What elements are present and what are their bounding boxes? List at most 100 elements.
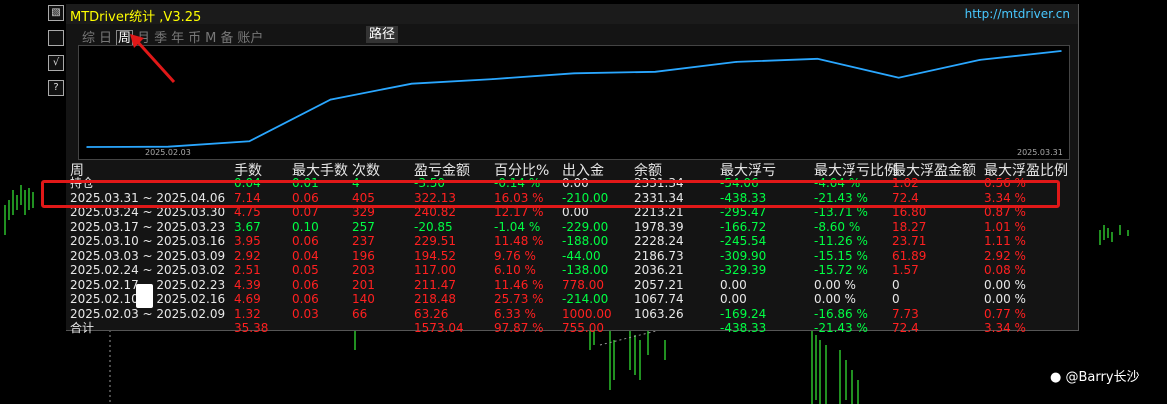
cell-max-dd-pct: 0.00 %: [814, 292, 856, 306]
cell-max-lots: 0.06: [292, 234, 319, 248]
cell-max-lots: 0.03: [292, 306, 319, 321]
table-row[interactable]: 2025.02.03 ~ 2025.02.09 1.32 0.03 66 63.26 6.…: [70, 307, 1070, 322]
cursor-highlight: [136, 284, 153, 308]
title-bar: MTDriver统计 ,V3.25 http://mtdriver.cn: [66, 4, 1078, 25]
table-row[interactable]: 2025.03.17 ~ 2025.03.23 3.67 0.10 257 -20.85…: [70, 220, 1070, 235]
cell-pct: -1.04 %: [494, 219, 541, 234]
cell-lots: 35.38: [234, 321, 269, 335]
equity-start-label: 2025.02.03: [145, 148, 191, 157]
cell-pnl: 1573.04: [414, 321, 464, 335]
cell-max-dd-pct: -16.86 %: [814, 306, 868, 321]
cell-balance: 2036.21: [634, 263, 684, 277]
cell-max-dd-pct: 0.00 %: [814, 277, 856, 292]
cell-max-dd: 0.00: [720, 292, 747, 306]
cell-pct: 25.73 %: [494, 292, 544, 306]
annotation-arrow: [130, 34, 176, 84]
cell-flow: 1000.00: [562, 306, 612, 321]
cell-week: 2025.03.17 ~ 2025.03.23: [70, 219, 226, 234]
cell-balance: 2228.24: [634, 234, 684, 248]
cell-max-dd-pct: -15.72 %: [814, 263, 868, 277]
cell-pct: 6.33 %: [494, 306, 536, 321]
cell-count: 196: [352, 248, 375, 263]
cell-pnl: 218.48: [414, 292, 456, 306]
stats-panel: MTDriver统计 ,V3.25 http://mtdriver.cn 综日周…: [66, 4, 1079, 335]
cell-flow: -229.00: [562, 219, 609, 234]
app-title: MTDriver统计 ,V3.25: [70, 10, 202, 25]
cell-max-dd: 0.00: [720, 277, 747, 292]
cell-pnl: 211.47: [414, 277, 456, 292]
cell-count: 201: [352, 277, 375, 292]
cell-flow: 755.00: [562, 321, 604, 335]
table-row[interactable]: 2025.02.10 ~ 2025.02.164.690.06140218.48…: [70, 292, 1070, 307]
table-header: 周手数 最大手数 次数 盈亏金额 百分比% 出入金 余额 最大浮亏 最大浮亏比例 最大浮盈金额 最大…: [70, 160, 1075, 179]
cell-max-fp-pct: 1.01 %: [984, 219, 1026, 234]
cell-max-lots: 0.06: [292, 277, 319, 292]
table-row[interactable]: 2025.03.03 ~ 2025.03.09 2.92 0.04 196 194.52…: [70, 249, 1070, 264]
path-button[interactable]: 路径: [366, 26, 399, 43]
cell-lots: 1.32: [234, 306, 261, 321]
equity-point: [248, 140, 251, 143]
equity-point: [735, 61, 738, 63]
watermark-text: @Barry长沙: [1065, 370, 1140, 385]
chart-toolbar: ▧ √ ?: [48, 5, 66, 105]
equity-point: [1060, 50, 1062, 52]
cell-balance: 2057.21: [634, 277, 684, 292]
cell-count: 203: [352, 263, 375, 277]
cell-flow: -214.00: [562, 292, 609, 306]
cell-max-fp-pct: 0.00 %: [984, 292, 1026, 306]
cell-max-dd-pct: -15.15 %: [814, 248, 868, 263]
equity-point: [410, 82, 413, 85]
equity-point: [654, 70, 656, 73]
cell-week: 2025.03.03 ~ 2025.03.09: [70, 248, 226, 263]
cell-max-fp: 0: [892, 292, 900, 306]
watermark: ● @Barry长沙: [1050, 366, 1140, 385]
cell-max-dd-pct: -21.43 %: [814, 321, 868, 335]
blank-tool[interactable]: [48, 30, 64, 46]
cell-max-dd: -438.33: [720, 321, 767, 335]
cell-max-fp-pct: 0.08 %: [984, 263, 1026, 277]
cell-lots: 2.92: [234, 248, 261, 263]
cell-week: 2025.02.24 ~ 2025.03.02: [70, 263, 226, 277]
equity-end-label: 2025.03.31: [1017, 148, 1063, 157]
cell-pct: 6.10 %: [494, 263, 536, 277]
cell-pct: 9.76 %: [494, 248, 536, 263]
cell-pnl: 194.52: [414, 248, 456, 263]
equity-point: [816, 58, 819, 60]
cell-max-fp: 23.71: [892, 234, 927, 248]
cell-max-fp-pct: 0.77 %: [984, 306, 1026, 321]
cell-lots: 3.67: [234, 219, 261, 234]
highlight-box: [41, 180, 1060, 208]
cell-balance: 1978.39: [634, 219, 684, 234]
equity-point: [573, 72, 575, 75]
cell-lots: 2.51: [234, 263, 261, 277]
chart-icon[interactable]: ▧: [48, 5, 64, 21]
cell-count: 257: [352, 219, 375, 234]
help-icon[interactable]: ?: [48, 80, 64, 96]
cell-max-dd: -245.54: [720, 234, 767, 248]
cell-max-lots: 0.05: [292, 263, 319, 277]
cell-max-fp-pct: 0.00 %: [984, 277, 1026, 292]
table-total-row[interactable]: 合计 35.38 1573.04 97.87 % 755.00 -438.33 -21.43…: [70, 321, 1070, 336]
equity-point: [86, 146, 88, 148]
cell-max-fp-pct: 2.92 %: [984, 248, 1026, 263]
table-row[interactable]: 2025.02.24 ~ 2025.03.02 2.51 0.05 203 117.00…: [70, 263, 1070, 278]
equity-point: [979, 59, 981, 61]
website-link[interactable]: http://mtdriver.cn: [965, 7, 1070, 21]
cell-pnl: 229.51: [414, 234, 456, 248]
equity-point: [492, 78, 494, 80]
cell-flow: 778.00: [562, 277, 604, 292]
equity-curve-svg: 2025.02.03 2025.03.31: [86, 50, 1063, 157]
cell-flow: -44.00: [562, 248, 601, 263]
cell-week: 合计: [70, 321, 95, 335]
cell-max-fp: 61.89: [892, 248, 927, 263]
table-row[interactable]: 2025.02.17 ~ 2025.02.234.390.06201211.47…: [70, 278, 1070, 293]
cell-max-dd: -166.72: [720, 219, 767, 234]
cell-flow: -138.00: [562, 263, 609, 277]
table-row[interactable]: 2025.03.10 ~ 2025.03.16 3.95 0.06 237 229.51…: [70, 234, 1070, 249]
cell-week: 2025.02.03 ~ 2025.02.09: [70, 306, 226, 321]
equity-point: [897, 76, 900, 79]
cell-pnl: 117.00: [414, 263, 456, 277]
cell-pnl: 63.26: [414, 306, 449, 321]
check-icon[interactable]: √: [48, 55, 64, 71]
cell-pct: 11.46 %: [494, 277, 544, 292]
